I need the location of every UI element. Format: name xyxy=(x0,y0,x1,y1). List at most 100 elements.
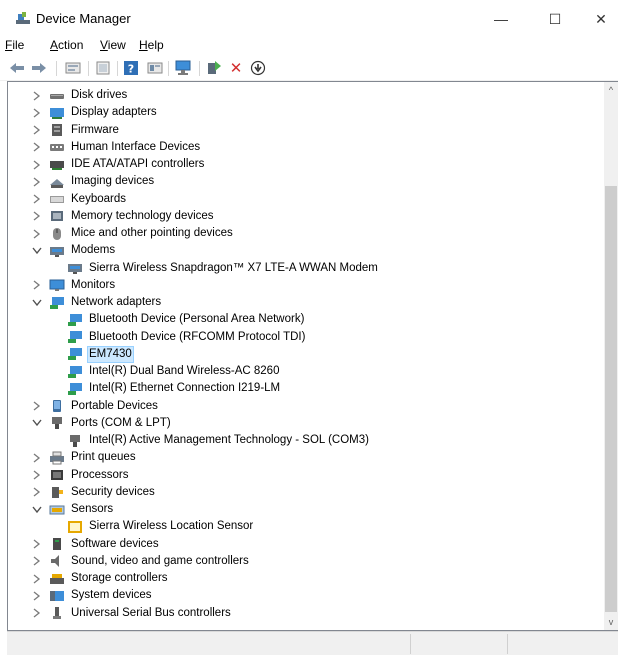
tree-item-label: Sound, video and game controllers xyxy=(71,554,249,567)
chevron-down-icon[interactable] xyxy=(31,504,43,516)
tree-category[interactable]: Sensors xyxy=(49,501,115,518)
network-adapter-icon xyxy=(67,313,83,327)
status-bar xyxy=(7,631,618,655)
tree-device[interactable]: Sierra Wireless Snapdragon™ X7 LTE-A WWA… xyxy=(67,260,380,277)
monitor-icon xyxy=(49,278,65,292)
disable-device-icon[interactable] xyxy=(249,60,267,76)
ide-controller-icon xyxy=(49,158,65,172)
modem-icon xyxy=(49,244,65,258)
firmware-icon xyxy=(49,123,65,137)
chevron-right-icon[interactable] xyxy=(31,193,43,205)
tree-item-label: Print queues xyxy=(71,451,136,464)
tree-category[interactable]: Imaging devices xyxy=(49,173,156,190)
network-adapter-icon xyxy=(67,382,83,396)
tree-category[interactable]: Ports (COM & LPT) xyxy=(49,415,173,432)
enable-device-icon[interactable] xyxy=(205,60,223,76)
network-adapter-icon xyxy=(67,347,83,361)
svg-text:?: ? xyxy=(128,63,134,76)
chevron-down-icon[interactable] xyxy=(31,245,43,257)
menu-action[interactable]: Action xyxy=(50,38,83,52)
chevron-right-icon[interactable] xyxy=(31,452,43,464)
tree-category[interactable]: Memory technology devices xyxy=(49,208,216,225)
tree-item-label: Processors xyxy=(71,468,129,481)
chevron-right-icon[interactable] xyxy=(31,210,43,222)
chevron-right-icon[interactable] xyxy=(31,228,43,240)
chevron-right-icon[interactable] xyxy=(31,141,43,153)
tree-item-label: Sierra Wireless Location Sensor xyxy=(89,520,254,533)
chevron-down-icon[interactable] xyxy=(31,297,43,309)
tree-category[interactable]: Security devices xyxy=(49,484,157,501)
tree-item-label: Mice and other pointing devices xyxy=(71,227,233,239)
tree-category[interactable]: Disk drives xyxy=(49,87,129,104)
tree-device[interactable]: EM7430 xyxy=(67,345,134,363)
tree-category[interactable]: Display adapters xyxy=(49,104,159,121)
uninstall-device-icon[interactable]: ✕ xyxy=(227,59,245,77)
tree-item-label: Security devices xyxy=(71,485,155,498)
imaging-device-icon xyxy=(49,175,65,189)
storage-controller-icon xyxy=(49,572,65,586)
tree-category[interactable]: Software devices xyxy=(49,536,161,553)
chevron-right-icon[interactable] xyxy=(31,573,43,585)
security-device-icon xyxy=(49,485,65,499)
tree-category[interactable]: Print queues xyxy=(49,449,138,466)
chevron-right-icon[interactable] xyxy=(31,590,43,602)
toolbar: ? ✕ xyxy=(0,56,618,81)
help-icon[interactable]: ? xyxy=(122,60,140,76)
chevron-right-icon[interactable] xyxy=(31,469,43,481)
network-adapter-icon xyxy=(49,296,65,310)
tree-device[interactable]: Intel(R) Ethernet Connection I219-LM xyxy=(67,380,282,397)
tree-category[interactable]: Portable Devices xyxy=(49,398,160,415)
mouse-icon xyxy=(49,227,65,241)
tree-category[interactable]: Mice and other pointing devices xyxy=(49,225,235,242)
tree-category[interactable]: System devices xyxy=(49,587,154,604)
chevron-right-icon[interactable] xyxy=(31,159,43,171)
chevron-right-icon[interactable] xyxy=(31,107,43,119)
tree-category[interactable]: Modems xyxy=(49,242,117,259)
tree-category[interactable]: Storage controllers xyxy=(49,570,170,587)
tree-device[interactable]: Intel(R) Dual Band Wireless-AC 8260 xyxy=(67,363,281,380)
back-arrow-icon[interactable] xyxy=(8,60,26,76)
chevron-right-icon[interactable] xyxy=(31,486,43,498)
tree-category[interactable]: Sound, video and game controllers xyxy=(49,553,251,570)
tree-category[interactable]: Keyboards xyxy=(49,191,128,208)
menu-view[interactable]: View xyxy=(100,38,126,52)
tree-category[interactable]: Firmware xyxy=(49,122,121,139)
hid-icon xyxy=(49,140,65,154)
tree-category[interactable]: Human Interface Devices xyxy=(49,139,202,156)
vertical-scrollbar[interactable]: ^ v xyxy=(604,82,618,630)
chevron-right-icon[interactable] xyxy=(31,607,43,619)
forward-arrow-icon[interactable] xyxy=(30,60,48,76)
menu-help[interactable]: Help xyxy=(139,38,164,52)
show-hidden-icon[interactable] xyxy=(94,60,112,76)
tree-device[interactable]: Bluetooth Device (RFCOMM Protocol TDI) xyxy=(67,329,307,346)
scroll-up-icon[interactable]: ^ xyxy=(604,82,618,98)
scan-hardware-icon[interactable] xyxy=(174,60,192,76)
tree-item-label: Universal Serial Bus controllers xyxy=(71,606,231,619)
chevron-down-icon[interactable] xyxy=(31,417,43,429)
close-button[interactable]: ✕ xyxy=(578,4,618,34)
tree-device[interactable]: Bluetooth Device (Personal Area Network) xyxy=(67,311,306,328)
tree-category[interactable]: Monitors xyxy=(49,277,117,294)
chevron-right-icon[interactable] xyxy=(31,176,43,188)
tree-category[interactable]: Universal Serial Bus controllers xyxy=(49,605,233,622)
tree-category[interactable]: Network adapters xyxy=(49,294,163,311)
chevron-right-icon[interactable] xyxy=(31,124,43,136)
network-adapter-icon xyxy=(67,330,83,344)
chevron-right-icon[interactable] xyxy=(31,400,43,412)
chevron-right-icon[interactable] xyxy=(31,279,43,291)
menu-file[interactable]: File xyxy=(5,38,24,52)
chevron-right-icon[interactable] xyxy=(31,538,43,550)
properties-icon[interactable] xyxy=(64,60,82,76)
update-driver-icon[interactable] xyxy=(146,60,164,76)
chevron-right-icon[interactable] xyxy=(31,90,43,102)
tree-device[interactable]: Sierra Wireless Location Sensor xyxy=(67,518,255,535)
maximize-button[interactable]: ☐ xyxy=(532,4,578,34)
tree-category[interactable]: Processors xyxy=(49,467,131,484)
scroll-thumb[interactable] xyxy=(605,186,617,612)
title-bar: Device Manager — ☐ ✕ xyxy=(0,0,618,36)
minimize-button[interactable]: — xyxy=(478,4,524,34)
tree-device[interactable]: Intel(R) Active Management Technology - … xyxy=(67,432,371,449)
scroll-down-icon[interactable]: v xyxy=(604,614,618,630)
chevron-right-icon[interactable] xyxy=(31,555,43,567)
tree-category[interactable]: IDE ATA/ATAPI controllers xyxy=(49,156,206,173)
